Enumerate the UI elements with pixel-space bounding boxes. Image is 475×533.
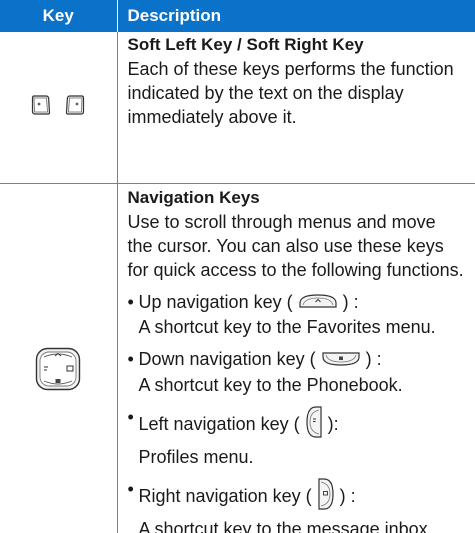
down-navigation-key-icon — [321, 349, 361, 373]
row-text: Each of these keys performs the function… — [127, 59, 454, 127]
key-cell-soft-keys — [0, 32, 118, 184]
list-item: • Left navigation key ( ): Profiles menu… — [128, 405, 466, 469]
bullet-description: A shortcut key to the Favorites menu. — [138, 317, 436, 338]
table-row: Soft Left Key / Soft Right Key Each of t… — [0, 32, 475, 184]
row-title: Navigation Keys — [127, 188, 260, 207]
key-cell-navigation — [0, 183, 118, 533]
bullet-lead: Left navigation key ( — [138, 413, 300, 434]
bullet-dot: • — [127, 349, 134, 370]
key-column-header: Key — [0, 0, 118, 32]
up-navigation-key-icon — [298, 291, 338, 315]
navigation-shortcut-list: • Up navigation key ( ) : A shortcut key… — [128, 290, 466, 533]
row-text: Use to scroll through menus and move the… — [127, 212, 464, 280]
key-description-table: Key Description Soft Left Key / Soft Rig… — [0, 0, 475, 533]
bullet-tail: ): — [327, 413, 339, 434]
bullet-tail: ) : — [342, 292, 359, 312]
bullet-lead: Down navigation key ( — [138, 349, 316, 370]
right-navigation-key-icon — [317, 477, 335, 517]
navigation-pad-icon — [35, 347, 81, 395]
soft-keys-group — [31, 94, 85, 121]
description-cell-soft-keys: Soft Left Key / Soft Right Key Each of t… — [117, 32, 475, 184]
row-title: Soft Left Key / Soft Right Key — [127, 35, 364, 54]
bullet-lead: Right navigation key ( — [138, 485, 312, 506]
bullet-tail: ) : — [365, 349, 382, 370]
left-navigation-key-icon — [305, 405, 323, 445]
bullet-description: Profiles menu. — [138, 446, 254, 467]
manual-page: Key Description Soft Left Key / Soft Rig… — [0, 0, 475, 533]
table-header-row: Key Description — [0, 0, 475, 32]
bullet-description: A shortcut key to the message inbox — [138, 518, 428, 533]
description-cell-navigation: Navigation Keys Use to scroll through me… — [117, 184, 475, 533]
bullet-dot: • — [127, 406, 134, 427]
soft-left-key-icon — [31, 94, 51, 121]
list-item: • Up navigation key ( ) : A shortcut key… — [128, 290, 466, 339]
description-column-header: Description — [117, 0, 475, 32]
table-row: Navigation Keys Use to scroll through me… — [0, 183, 475, 533]
soft-right-key-icon — [65, 94, 85, 121]
bullet-description: A shortcut key to the Phonebook. — [138, 374, 403, 395]
list-item: • Down navigation key ( ) : A shortcut k… — [128, 347, 466, 396]
list-item: • Right navigation key ( ) : A shortcut … — [128, 477, 466, 533]
bullet-dot: • — [127, 478, 134, 499]
bullet-tail: ) : — [339, 485, 356, 506]
bullet-lead: Up navigation key ( — [138, 292, 293, 312]
bullet-dot: • — [127, 292, 134, 312]
